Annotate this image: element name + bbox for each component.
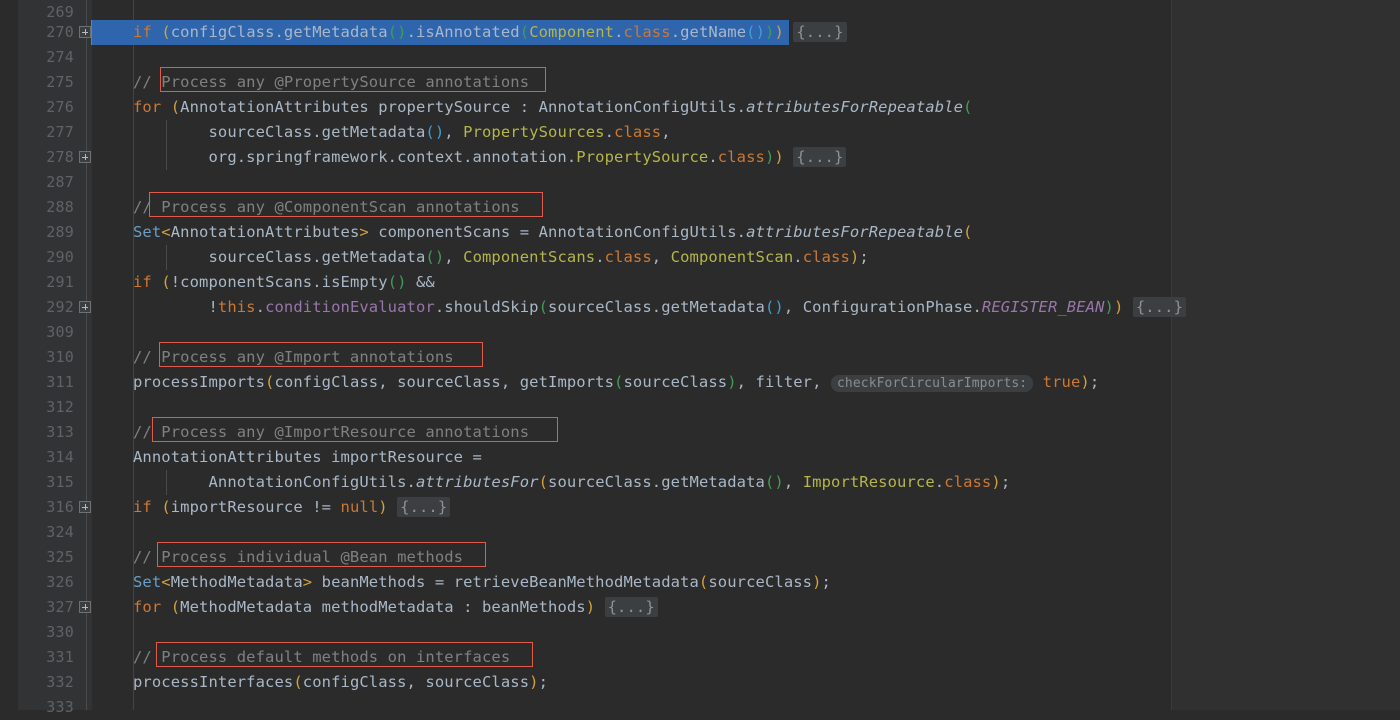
- line-comment[interactable]: // Process any @PropertySource annotatio…: [133, 70, 529, 95]
- line-content[interactable]: AnnotationConfigUtils.attributesFor(sour…: [133, 470, 1010, 495]
- editor-line[interactable]: 288 // Process any @ComponentScan annota…: [0, 195, 1400, 220]
- folded-block[interactable]: {...}: [397, 497, 451, 517]
- line-number: 278: [46, 148, 74, 166]
- editor-line-selected[interactable]: 270 if (configClass.getMetadata().isAnno…: [0, 20, 1400, 45]
- editor-line[interactable]: 313 // Process any @ImportResource annot…: [0, 420, 1400, 445]
- line-content[interactable]: processInterfaces(configClass, sourceCla…: [133, 670, 548, 695]
- line-content[interactable]: for (MethodMetadata methodMetadata : bea…: [133, 595, 658, 620]
- line-comment[interactable]: // Process any @ImportResource annotatio…: [133, 420, 529, 445]
- editor-line[interactable]: 278 org.springframework.context.annotati…: [0, 145, 1400, 170]
- line-number: 331: [46, 648, 74, 666]
- line-number: 309: [46, 323, 74, 341]
- editor-line[interactable]: 276 for (AnnotationAttributes propertySo…: [0, 95, 1400, 120]
- editor-line[interactable]: 333: [0, 695, 1400, 720]
- line-number: 276: [46, 98, 74, 116]
- editor-line[interactable]: 332 processInterfaces(configClass, sourc…: [0, 670, 1400, 695]
- fold-toggle-icon[interactable]: [79, 26, 91, 38]
- line-number: 326: [46, 573, 74, 591]
- editor-line[interactable]: 290 sourceClass.getMetadata(), Component…: [0, 245, 1400, 270]
- line-number: 325: [46, 548, 74, 566]
- folded-block[interactable]: {...}: [793, 22, 847, 42]
- inlay-parameter-hint: checkForCircularImports:: [830, 375, 1034, 392]
- line-content[interactable]: if (importResource != null) {...}: [133, 495, 451, 520]
- folded-block[interactable]: {...}: [604, 597, 658, 617]
- line-number: 314: [46, 448, 74, 466]
- line-content[interactable]: for (AnnotationAttributes propertySource…: [133, 95, 972, 120]
- line-number: 274: [46, 48, 74, 66]
- line-content[interactable]: AnnotationAttributes importResource =: [133, 445, 482, 470]
- fold-toggle-icon[interactable]: [79, 501, 91, 513]
- folded-block[interactable]: {...}: [793, 147, 847, 167]
- folded-block[interactable]: {...}: [1132, 297, 1187, 317]
- editor-line[interactable]: 275 // Process any @PropertySource annot…: [0, 70, 1400, 95]
- editor-line[interactable]: 324: [0, 520, 1400, 545]
- editor-line[interactable]: 312: [0, 395, 1400, 420]
- line-number: 270: [46, 23, 74, 41]
- line-content[interactable]: Set<AnnotationAttributes> componentScans…: [133, 220, 972, 245]
- line-content[interactable]: org.springframework.context.annotation.P…: [133, 145, 847, 170]
- line-number: 292: [46, 298, 74, 316]
- line-comment[interactable]: // Process any @Import annotations: [133, 345, 454, 370]
- line-comment[interactable]: // Process any @ComponentScan annotation…: [133, 195, 520, 220]
- line-number: 333: [46, 698, 74, 716]
- editor-line[interactable]: 326 Set<MethodMetadata> beanMethods = re…: [0, 570, 1400, 595]
- line-number: 312: [46, 398, 74, 416]
- line-content[interactable]: if (!componentScans.isEmpty() &&: [133, 270, 435, 295]
- line-number: 277: [46, 123, 74, 141]
- editor-line[interactable]: 310 // Process any @Import annotations: [0, 345, 1400, 370]
- fold-toggle-icon[interactable]: [79, 601, 91, 613]
- line-number: 315: [46, 473, 74, 491]
- line-content[interactable]: processImports(configClass, sourceClass,…: [133, 370, 1099, 396]
- editor-line[interactable]: 277 sourceClass.getMetadata(), PropertyS…: [0, 120, 1400, 145]
- editor-line[interactable]: 314 AnnotationAttributes importResource …: [0, 445, 1400, 470]
- editor-line[interactable]: 287: [0, 170, 1400, 195]
- line-number: 330: [46, 623, 74, 641]
- line-number: 310: [46, 348, 74, 366]
- line-number: 332: [46, 673, 74, 691]
- editor-line[interactable]: 327 for (MethodMetadata methodMetadata :…: [0, 595, 1400, 620]
- editor-line[interactable]: 325 // Process individual @Bean methods: [0, 545, 1400, 570]
- line-number: 288: [46, 198, 74, 216]
- line-content[interactable]: sourceClass.getMetadata(), ComponentScan…: [133, 245, 869, 270]
- line-content[interactable]: sourceClass.getMetadata(), PropertySourc…: [133, 120, 671, 145]
- line-number: 290: [46, 248, 74, 266]
- editor-line[interactable]: 315 AnnotationConfigUtils.attributesFor(…: [0, 470, 1400, 495]
- editor-line[interactable]: 291 if (!componentScans.isEmpty() &&: [0, 270, 1400, 295]
- line-number: 291: [46, 273, 74, 291]
- line-number: 289: [46, 223, 74, 241]
- line-content[interactable]: Set<MethodMetadata> beanMethods = retrie…: [133, 570, 831, 595]
- editor-line[interactable]: 289 Set<AnnotationAttributes> componentS…: [0, 220, 1400, 245]
- editor-line[interactable]: 316 if (importResource != null) {...}: [0, 495, 1400, 520]
- line-number: 324: [46, 523, 74, 541]
- line-number: 316: [46, 498, 74, 516]
- fold-toggle-icon[interactable]: [79, 151, 91, 163]
- editor-line[interactable]: 330: [0, 620, 1400, 645]
- editor-line[interactable]: 311 processImports(configClass, sourceCl…: [0, 370, 1400, 395]
- editor-line[interactable]: 331 // Process default methods on interf…: [0, 645, 1400, 670]
- fold-toggle-icon[interactable]: [79, 301, 91, 313]
- line-content[interactable]: if (configClass.getMetadata().isAnnotate…: [133, 22, 847, 42]
- editor-line[interactable]: 274: [0, 45, 1400, 70]
- inlay-hint-value: true: [1042, 373, 1081, 391]
- selection-caret-edge: [91, 20, 92, 45]
- line-number: 327: [46, 598, 74, 616]
- line-content[interactable]: !this.conditionEvaluator.shouldSkip(sour…: [133, 295, 1187, 320]
- line-number: 287: [46, 173, 74, 191]
- code-editor[interactable]: 269 270 if (configClass.getMetadata().is…: [0, 0, 1400, 716]
- editor-line[interactable]: 309: [0, 320, 1400, 345]
- editor-line[interactable]: 292 !this.conditionEvaluator.shouldSkip(…: [0, 295, 1400, 320]
- line-number: 275: [46, 73, 74, 91]
- line-comment[interactable]: // Process default methods on interfaces: [133, 645, 510, 670]
- line-comment[interactable]: // Process individual @Bean methods: [133, 545, 463, 570]
- line-number: 311: [46, 373, 74, 391]
- line-number: 313: [46, 423, 74, 441]
